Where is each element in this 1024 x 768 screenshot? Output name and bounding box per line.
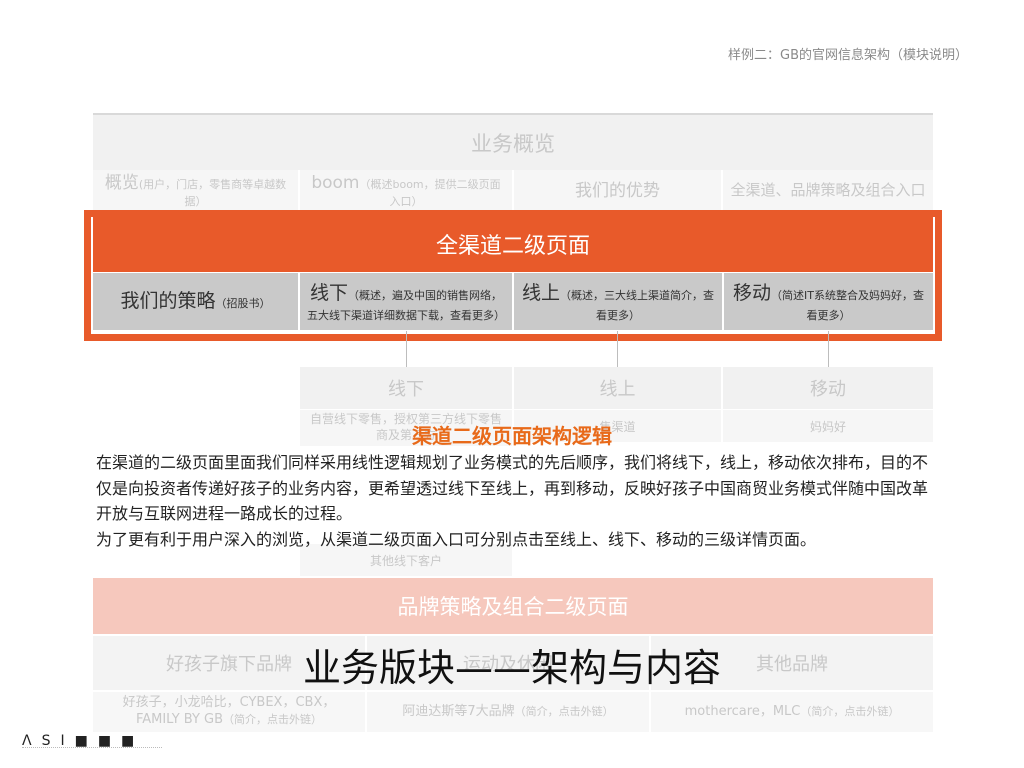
sports-detail-note: （简介，点击外链） bbox=[514, 704, 614, 718]
logic-paragraph-2: 为了更有利于用户深入的浏览，从渠道二级页面入口可分别点击至线上、线下、移动的三级… bbox=[96, 529, 817, 549]
sub-mobile-title: 移动 bbox=[723, 367, 933, 409]
connector-line-mobile bbox=[828, 331, 829, 367]
section-title-business-overview: 业务概览 bbox=[93, 113, 933, 170]
boom-cell-title: boom bbox=[311, 172, 360, 193]
logic-title: 渠道二级页面架构逻辑 bbox=[412, 424, 612, 448]
mobile-cell-title: 移动 bbox=[733, 282, 772, 304]
sub-offline-title: 线下 bbox=[300, 367, 512, 409]
gb-brands-detail[interactable]: 好孩子，小龙哈比，CYBEX，CBX，FAMILY BY GB（简介，点击外链） bbox=[93, 692, 365, 732]
connector-line-online bbox=[617, 331, 618, 367]
page-caption: 业务版块——架构与内容 bbox=[302, 646, 721, 690]
sports-detail-text: 阿迪达斯等7大品牌 bbox=[402, 703, 515, 719]
strategy-cell-note: （招股书） bbox=[215, 297, 271, 311]
online-cell-title: 线上 bbox=[521, 282, 560, 304]
brand-section-title[interactable]: 品牌策略及组合二级页面 bbox=[93, 578, 933, 634]
overview-cell-title: 概览 bbox=[104, 172, 139, 193]
offline-cell[interactable]: 线下（概述，遍及中国的销售网络，五大线下渠道详细数据下载，查看更多） bbox=[300, 273, 512, 330]
logic-body: 在渠道的二级页面里面我们同样采用线性逻辑规划了业务模式的先后顺序，我们将线下，线… bbox=[96, 450, 934, 552]
overview-cell[interactable]: 概览(用户，门店，零售商等卓越数据） bbox=[93, 170, 298, 212]
boom-cell-note: （概述boom，提供二级页面入口） bbox=[359, 177, 501, 208]
overview-cell-note: (用户，门店，零售商等卓越数据） bbox=[138, 177, 287, 208]
gb-brands-detail-note: （简介，点击外链） bbox=[223, 713, 323, 726]
online-cell-note: （概述，三大线上渠道简介，查看更多） bbox=[560, 289, 714, 322]
advantages-cell[interactable]: 我们的优势 bbox=[514, 170, 721, 212]
offline-cell-title: 线下 bbox=[309, 282, 348, 304]
boom-cell[interactable]: boom（概述boom，提供二级页面入口） bbox=[300, 170, 512, 212]
online-cell[interactable]: 线上（概述，三大线上渠道简介，查看更多） bbox=[514, 273, 722, 330]
strategy-cell-title: 我们的策略 bbox=[120, 290, 216, 313]
logic-paragraph-1: 在渠道的二级页面里面我们同样采用线性逻辑规划了业务模式的先后顺序，我们将线下，线… bbox=[96, 453, 929, 524]
other-brands-detail-text: mothercare，MLC bbox=[684, 703, 801, 719]
mobile-cell[interactable]: 移动（简述IT系统整合及妈妈好，查看更多） bbox=[724, 273, 933, 330]
other-brands-detail-note: （简介，点击外链） bbox=[800, 704, 900, 718]
strategy-cell[interactable]: 我们的策略（招股书） bbox=[93, 273, 298, 330]
mobile-cell-note: （简述IT系统整合及妈妈好，查看更多） bbox=[771, 289, 924, 322]
logo-underline bbox=[22, 747, 162, 749]
sub-online-title: 线上 bbox=[514, 367, 721, 409]
page-title: 样例二：GB的官网信息架构（模块说明） bbox=[728, 48, 968, 63]
omnichannel-header[interactable]: 全渠道二级页面 bbox=[93, 215, 933, 272]
sports-detail[interactable]: 阿迪达斯等7大品牌（简介，点击外链） bbox=[367, 692, 649, 732]
connector-line-offline bbox=[406, 331, 407, 367]
omnichannel-entry-cell[interactable]: 全渠道、品牌策略及组合入口 bbox=[723, 170, 933, 212]
other-brands-detail[interactable]: mothercare，MLC（简介，点击外链） bbox=[651, 692, 933, 732]
